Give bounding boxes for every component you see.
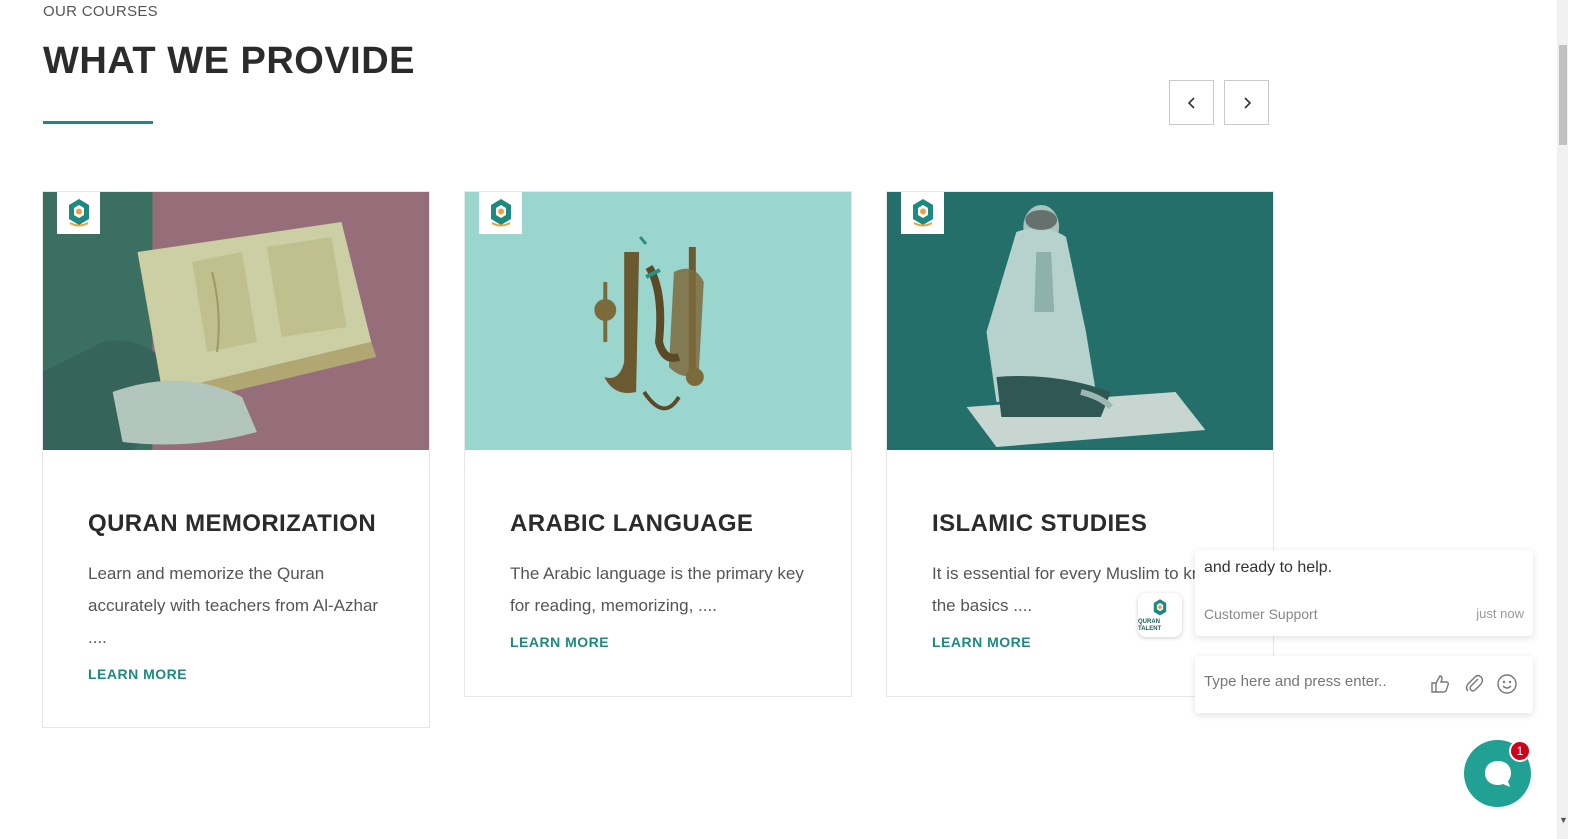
- course-image-arabic: [465, 192, 851, 450]
- chat-timestamp: just now: [1476, 606, 1524, 621]
- chat-message-card: and ready to help. Customer Support just…: [1195, 550, 1533, 636]
- card-title: QURAN MEMORIZATION: [88, 510, 377, 537]
- card-description: The Arabic language is the primary key f…: [510, 564, 804, 615]
- scroll-down-icon[interactable]: ▼: [1559, 815, 1568, 825]
- chat-sender-name: Customer Support: [1204, 606, 1318, 622]
- course-image-islamic: [887, 192, 1273, 450]
- chat-agent-avatar: QURAN TALENT: [1138, 593, 1182, 637]
- brand-logo-icon: [57, 192, 100, 234]
- thumbs-up-icon[interactable]: [1429, 673, 1451, 695]
- chat-bubble-icon: [1484, 760, 1511, 787]
- card-description: It is essential for every Muslim to know…: [932, 564, 1223, 615]
- chat-message-input[interactable]: [1204, 673, 1424, 690]
- chat-composer: [1195, 656, 1533, 713]
- learn-more-link[interactable]: LEARN MORE: [932, 634, 1031, 650]
- scrollbar-thumb[interactable]: [1559, 45, 1567, 145]
- chat-message-text: and ready to help.: [1204, 559, 1333, 576]
- title-underline: [43, 121, 153, 124]
- course-card-arabic-language[interactable]: ARABIC LANGUAGE The Arabic language is t…: [464, 191, 852, 697]
- emoji-icon[interactable]: [1496, 673, 1518, 695]
- card-title: ARABIC LANGUAGE: [510, 510, 754, 537]
- course-image-quran: [43, 192, 429, 450]
- learn-more-link[interactable]: LEARN MORE: [88, 666, 187, 682]
- brand-logo-icon: [1153, 598, 1167, 615]
- chevron-right-icon: [1243, 96, 1251, 109]
- avatar-brand-text: QURAN TALENT: [1138, 618, 1162, 632]
- card-title: ISLAMIC STUDIES: [932, 510, 1148, 537]
- paperclip-icon[interactable]: [1463, 673, 1485, 695]
- card-description: Learn and memorize the Quran accurately …: [88, 564, 379, 647]
- learn-more-link[interactable]: LEARN MORE: [510, 634, 609, 650]
- unread-count-badge: 1: [1509, 740, 1531, 762]
- carousel-prev-button[interactable]: [1169, 80, 1214, 125]
- brand-logo-icon: [901, 192, 944, 234]
- carousel-next-button[interactable]: [1224, 80, 1269, 125]
- section-title: WHAT WE PROVIDE: [43, 40, 416, 82]
- course-card-quran-memorization[interactable]: QURAN MEMORIZATION Learn and memorize th…: [42, 191, 430, 728]
- chevron-left-icon: [1187, 96, 1195, 109]
- section-eyebrow: OUR COURSES: [43, 3, 158, 20]
- brand-logo-icon: [479, 192, 522, 234]
